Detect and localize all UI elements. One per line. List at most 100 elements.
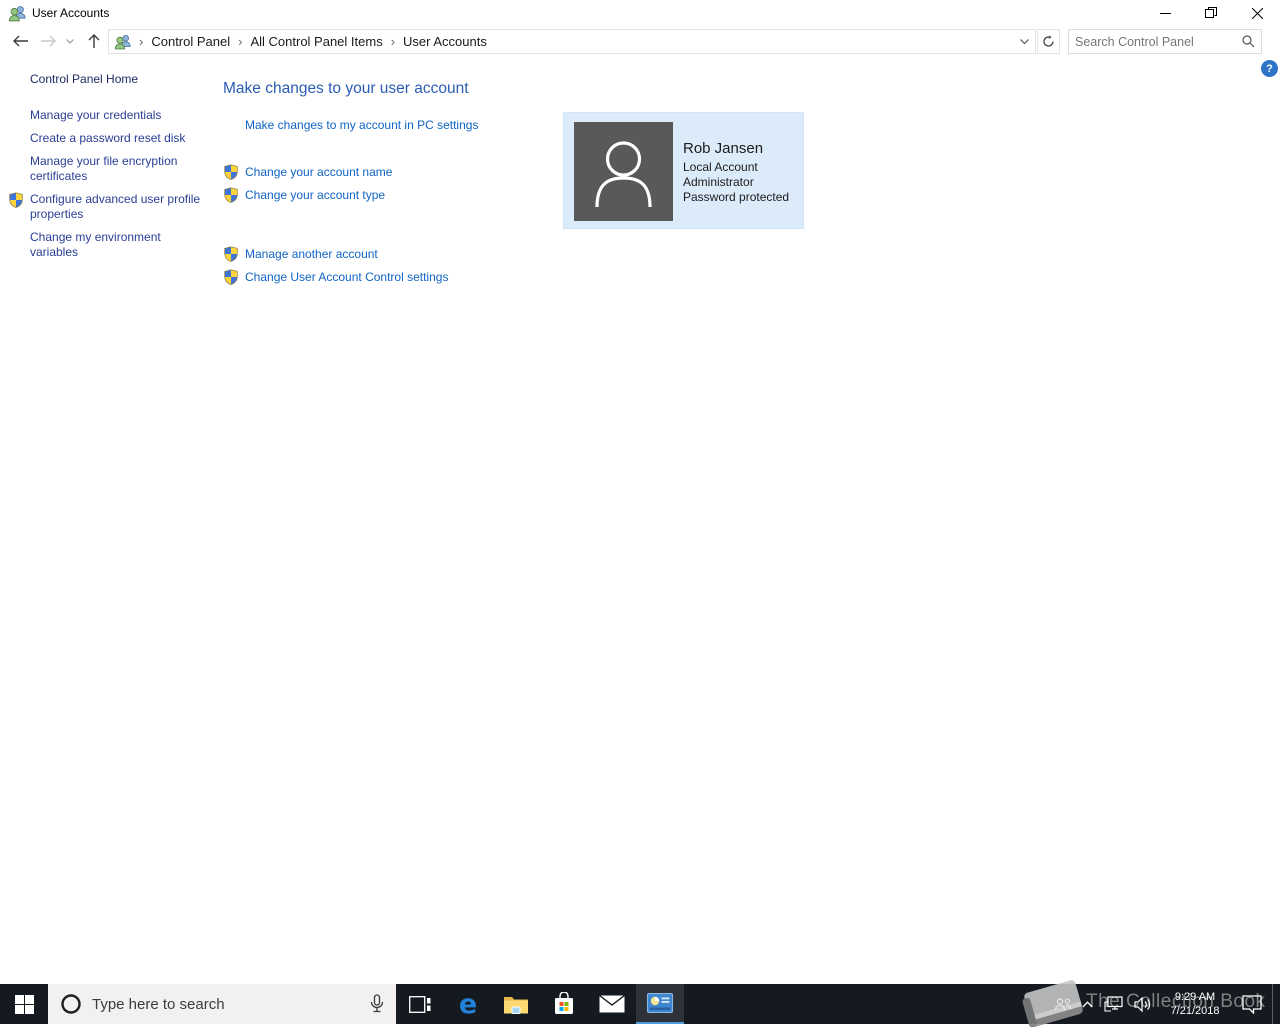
sidebar-item-control-panel-home[interactable]: Control Panel Home [30, 72, 206, 87]
store-icon [555, 992, 573, 1014]
navigation-bar: › Control Panel › All Control Panel Item… [0, 26, 1280, 56]
manage-another-account-link[interactable]: Manage another account [245, 247, 378, 261]
up-icon [88, 33, 100, 48]
edge-icon: e [458, 988, 478, 1020]
sidebar-item-label: Configure advanced user profile properti… [30, 192, 201, 221]
user-account-card: Rob Jansen Local Account Administrator P… [563, 112, 804, 229]
taskbar-search[interactable] [48, 984, 396, 1024]
people-icon [1054, 997, 1072, 1011]
sidebar-item-file-encryption[interactable]: Manage your file encryption certificates [30, 154, 206, 184]
clock[interactable]: 9:29 AM 7/21/2018 [1158, 984, 1232, 1024]
sidebar-item-environment-variables[interactable]: Change my environment variables [30, 230, 206, 260]
sidebar-item-label: Change my environment variables [30, 230, 161, 259]
close-icon [1251, 7, 1263, 19]
mail-icon [599, 995, 625, 1013]
taskbar: The Collection Book e [0, 980, 1280, 1027]
user-accounts-app-button[interactable] [636, 984, 684, 1024]
search-input[interactable] [1075, 34, 1242, 49]
restore-icon [1205, 7, 1217, 18]
sidebar-item-label: Manage your file encryption certificates [30, 154, 178, 183]
breadcrumb-control-panel[interactable]: Control Panel [151, 34, 230, 49]
help-icon[interactable]: ? [1261, 60, 1278, 77]
action-center-button[interactable] [1232, 984, 1272, 1024]
search-icon[interactable] [1242, 35, 1255, 48]
pc-settings-link[interactable]: Make changes to my account in PC setting… [245, 118, 478, 132]
hidden-icons-button[interactable] [1076, 984, 1098, 1024]
shield-icon [223, 187, 239, 203]
shield-icon [223, 269, 239, 285]
manage-another-account-row[interactable]: Manage another account [223, 242, 803, 265]
file-explorer-button[interactable] [492, 984, 540, 1024]
clock-date: 7/21/2018 [1170, 1005, 1220, 1017]
user-name: Rob Jansen [683, 140, 764, 157]
titlebar: User Accounts [0, 0, 1280, 26]
clock-time: 9:29 AM [1174, 991, 1216, 1003]
start-button[interactable] [0, 984, 48, 1024]
show-desktop-button[interactable] [1272, 984, 1280, 1024]
sidebar-item-label: Manage your credentials [30, 108, 162, 122]
recent-pages-icon [66, 38, 74, 44]
recent-pages-button[interactable] [60, 29, 80, 53]
change-account-type-link[interactable]: Change your account type [245, 188, 385, 202]
shield-icon [223, 246, 239, 262]
admin-links-group: Manage another account Change User Accou… [223, 242, 803, 288]
network-icon [1103, 996, 1123, 1012]
store-button[interactable] [540, 984, 588, 1024]
avatar [574, 122, 673, 221]
breadcrumb-separator-icon: › [390, 34, 396, 49]
user-role: Administrator [683, 175, 754, 189]
breadcrumb-all-items[interactable]: All Control Panel Items [250, 34, 382, 49]
close-button[interactable] [1234, 0, 1280, 26]
user-info: Rob Jansen Local Account Administrator P… [683, 140, 789, 205]
sidebar-item-label: Create a password reset disk [30, 131, 186, 145]
chevron-down-icon[interactable] [1020, 38, 1029, 45]
breadcrumb-separator-icon: › [238, 34, 243, 49]
action-center-icon [1242, 994, 1262, 1014]
mic-icon[interactable] [370, 994, 384, 1014]
sidebar: Control Panel Home Manage your credentia… [30, 72, 206, 268]
sidebar-item-password-reset-disk[interactable]: Create a password reset disk [30, 131, 206, 146]
tray-chevron-icon [1081, 1000, 1093, 1007]
edge-button[interactable]: e [444, 984, 492, 1024]
avatar-icon [595, 141, 652, 208]
people-button[interactable] [1050, 984, 1076, 1024]
minimize-icon [1159, 12, 1171, 14]
task-view-button[interactable] [396, 984, 444, 1024]
breadcrumb-user-accounts[interactable]: User Accounts [403, 34, 487, 49]
change-account-name-link[interactable]: Change your account name [245, 165, 392, 179]
restore-button[interactable] [1188, 0, 1234, 26]
taskbar-search-input[interactable] [92, 995, 358, 1013]
mail-button[interactable] [588, 984, 636, 1024]
user-account-type: Local Account [683, 160, 758, 174]
refresh-button[interactable] [1037, 29, 1060, 54]
minimize-button[interactable] [1142, 0, 1188, 26]
window-controls [1142, 0, 1280, 26]
user-password-status: Password protected [683, 190, 790, 204]
window-title: User Accounts [32, 6, 110, 20]
cortana-icon [61, 994, 81, 1014]
users-icon [8, 6, 26, 22]
users-icon [114, 35, 131, 50]
volume-button[interactable] [1128, 984, 1158, 1024]
refresh-icon [1043, 35, 1054, 47]
up-button[interactable] [82, 29, 106, 53]
user-accounts-app-icon [647, 993, 673, 1013]
sidebar-item-advanced-profile[interactable]: Configure advanced user profile properti… [30, 192, 206, 222]
network-button[interactable] [1098, 984, 1128, 1024]
page-title: Make changes to your user account [223, 80, 469, 97]
address-bar[interactable]: › Control Panel › All Control Panel Item… [108, 29, 1036, 54]
shield-icon [8, 192, 24, 208]
change-uac-settings-link[interactable]: Change User Account Control settings [245, 270, 448, 284]
breadcrumb-separator-icon: › [139, 34, 144, 49]
back-button[interactable] [8, 29, 32, 53]
task-view-icon [409, 995, 431, 1013]
start-icon [14, 994, 34, 1014]
change-uac-settings-row[interactable]: Change User Account Control settings [223, 265, 803, 288]
sidebar-item-manage-credentials[interactable]: Manage your credentials [30, 108, 206, 123]
file-explorer-icon [504, 996, 528, 1014]
back-icon [12, 35, 28, 47]
forward-button[interactable] [36, 29, 60, 53]
control-panel-search[interactable] [1068, 29, 1262, 54]
forward-icon [40, 35, 56, 47]
system-tray: 9:29 AM 7/21/2018 [1050, 984, 1280, 1024]
